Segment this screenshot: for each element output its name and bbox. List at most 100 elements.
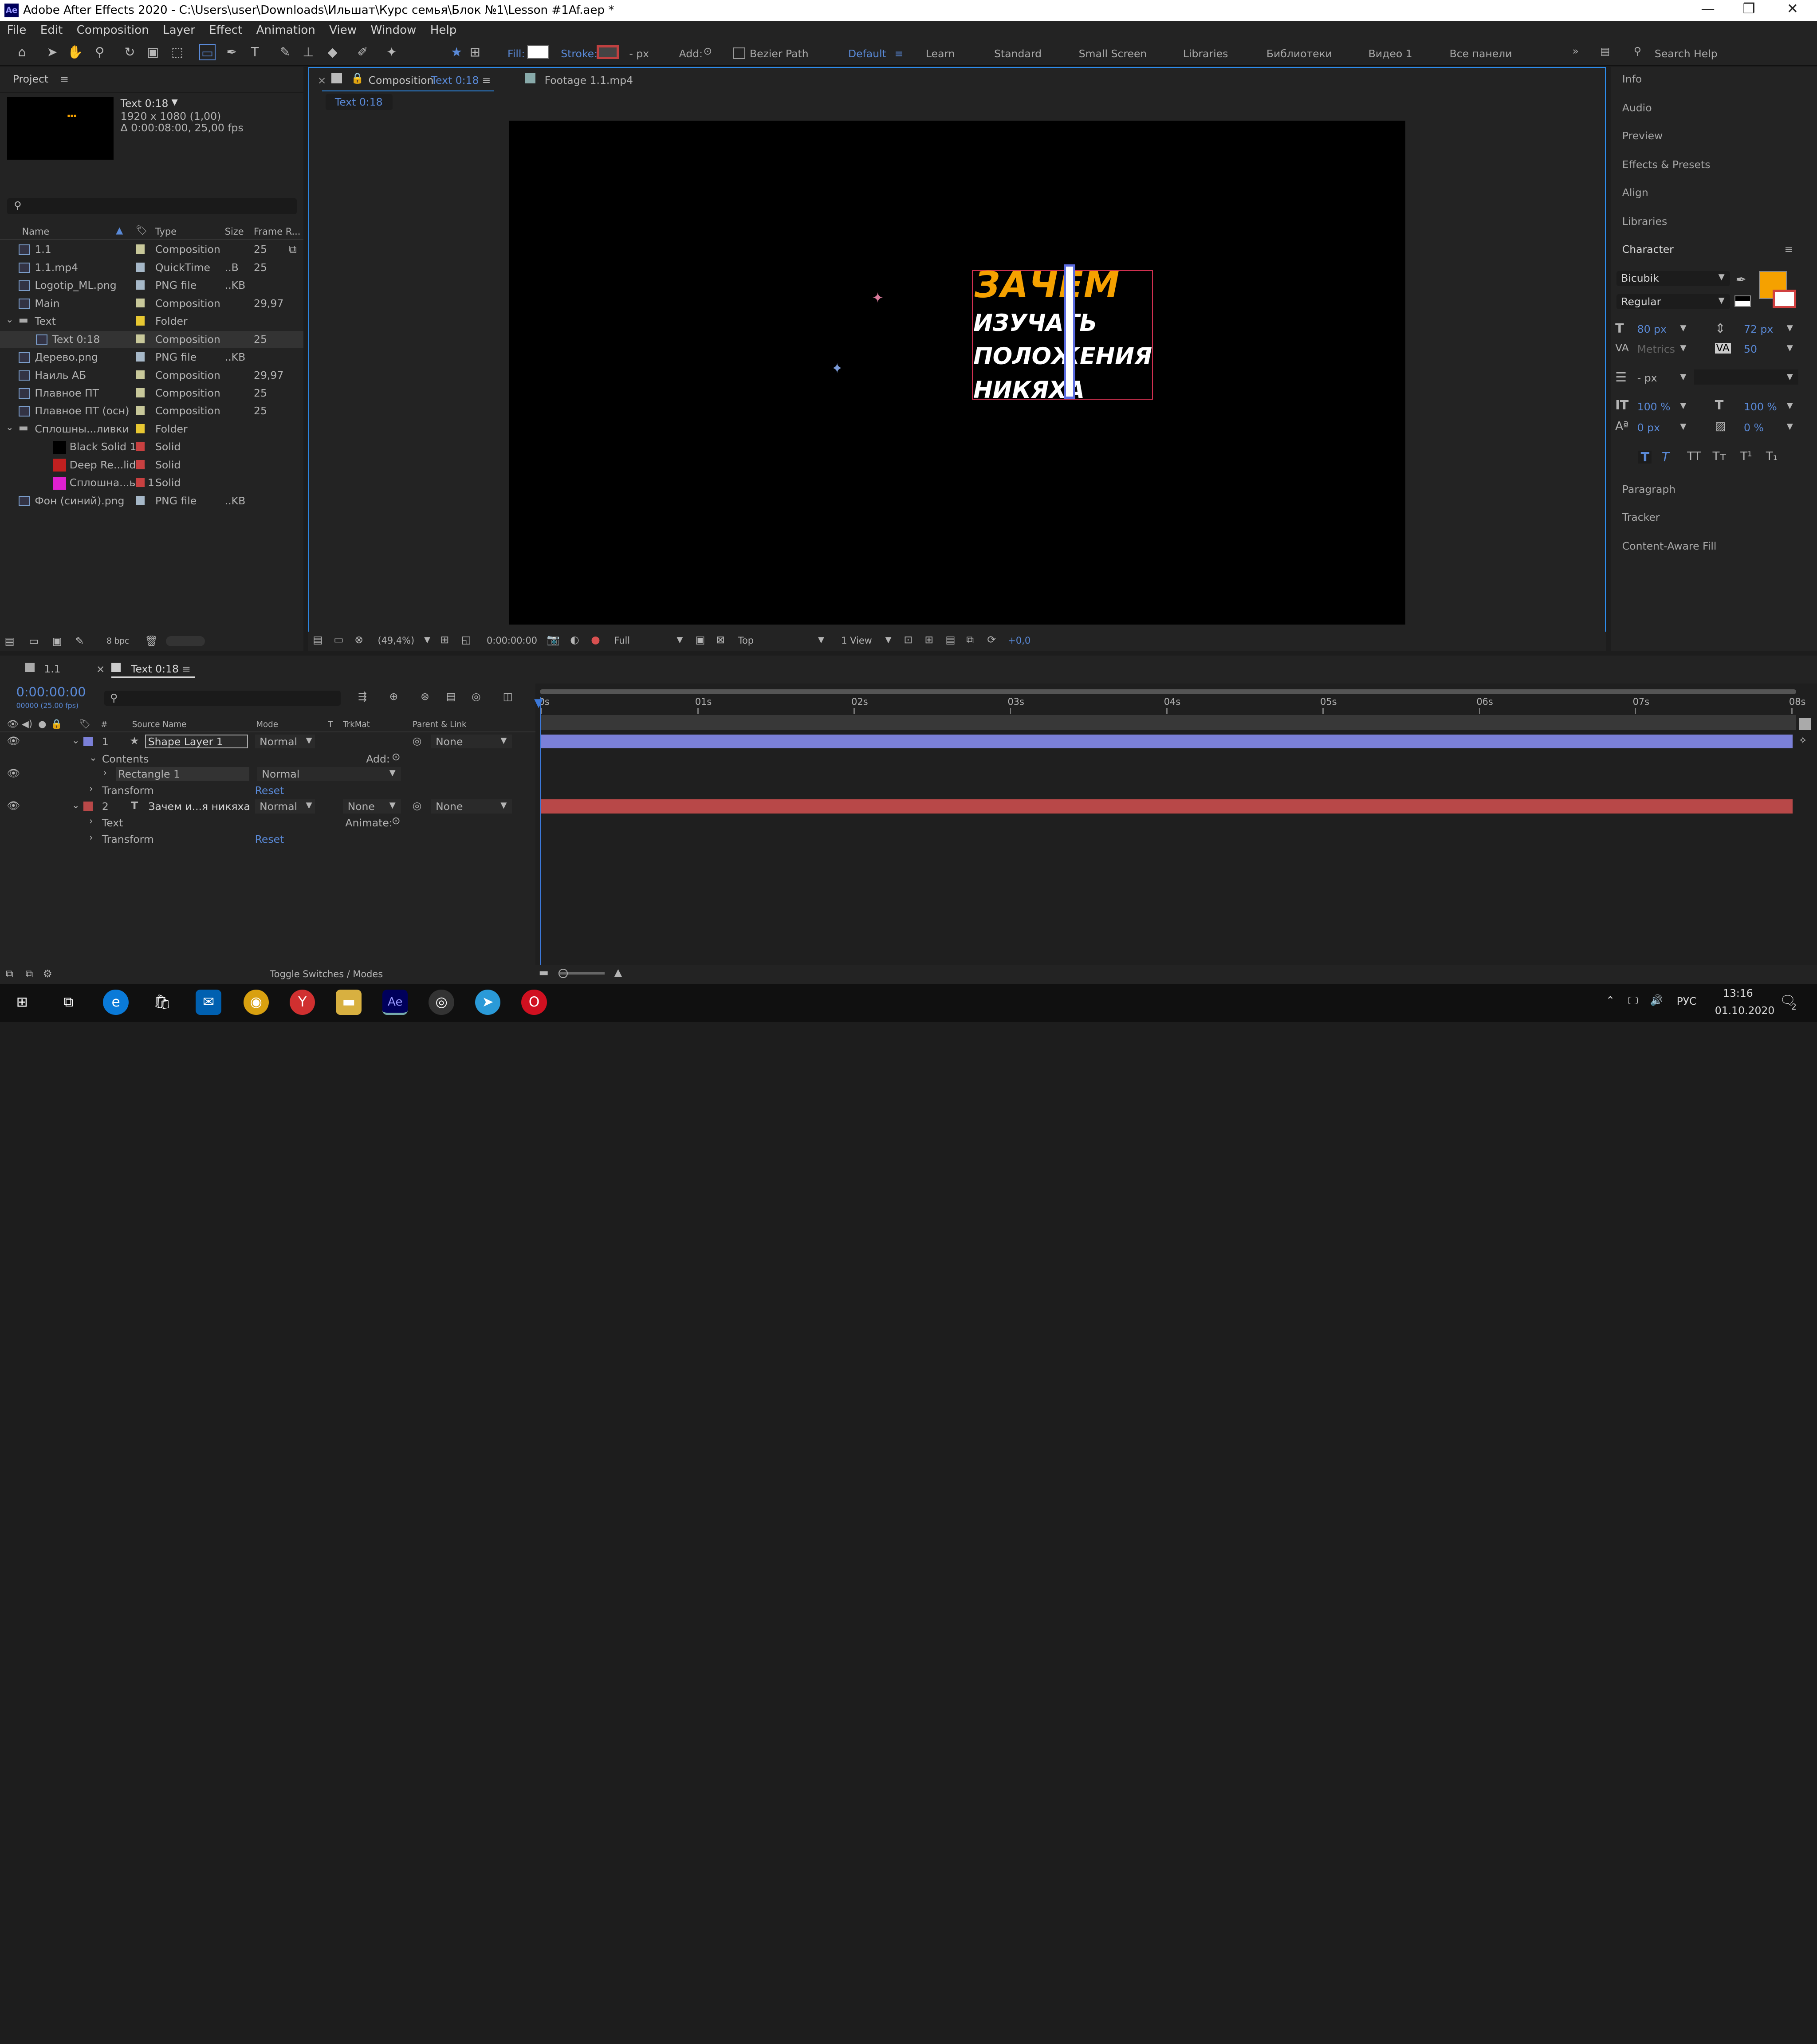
network-icon[interactable]: 🖵: [1628, 995, 1638, 1006]
transform2-reset[interactable]: Reset: [255, 834, 284, 845]
brush-tool-icon[interactable]: ✎: [277, 44, 293, 60]
roto-brush-icon[interactable]: ✐: [354, 44, 371, 60]
right-panel-preview[interactable]: Preview: [1622, 130, 1663, 142]
layer2-name[interactable]: Зачем и...я никяха: [148, 802, 250, 812]
col-size[interactable]: Size: [225, 227, 244, 236]
project-item[interactable]: ⌄ ▬ Сплошны...ливки Folder: [0, 421, 303, 438]
project-scrollbar[interactable]: [165, 636, 205, 647]
opera-icon[interactable]: O: [521, 989, 547, 1015]
project-item-label-color[interactable]: [135, 262, 145, 272]
comp-breadcrumb[interactable]: Text 0:18: [325, 94, 393, 110]
comp-time[interactable]: 0:00:00:00: [487, 636, 537, 645]
selected-dropdown-icon[interactable]: ▼: [172, 98, 178, 106]
roi-icon[interactable]: ▣: [695, 635, 705, 645]
comp-button-icon[interactable]: ⟡: [1799, 734, 1806, 745]
vr-icon[interactable]: ▭: [334, 635, 343, 645]
exposure-reset-icon[interactable]: ⟳: [987, 635, 996, 645]
timeline-tab-menu-icon[interactable]: ≡: [182, 664, 191, 675]
workspace-biblioteki[interactable]: Библиотеки: [1266, 48, 1332, 59]
panel-toggle-icon[interactable]: ▤: [1600, 46, 1610, 57]
selection-tool-icon[interactable]: ➤: [44, 44, 60, 60]
col-t[interactable]: T: [328, 720, 333, 729]
edge-icon[interactable]: e: [103, 989, 129, 1015]
after-effects-taskbar-icon[interactable]: Ae: [382, 989, 408, 1015]
stroke-width[interactable]: - px: [629, 48, 649, 59]
font-size-value[interactable]: 80 px: [1637, 324, 1667, 335]
zoom-tool-icon[interactable]: ⚲: [91, 44, 108, 60]
tray-chevron-icon[interactable]: ⌃: [1606, 995, 1615, 1006]
resolution-select[interactable]: Full: [614, 636, 630, 645]
project-item[interactable]: Main Composition 29,97: [0, 295, 303, 312]
bpc-label[interactable]: 8 bpc: [106, 637, 129, 645]
yandex-icon[interactable]: Y: [290, 989, 315, 1015]
layer2-label-color[interactable]: [83, 802, 93, 811]
layer2-mode-select[interactable]: Normal ▼: [255, 799, 315, 814]
type-tool-icon[interactable]: T: [247, 44, 263, 60]
transparency-grid-icon[interactable]: ⊠: [716, 635, 725, 645]
layer1-parent-select[interactable]: None ▼: [431, 735, 512, 749]
resolution-dropdown-icon[interactable]: ▼: [676, 636, 683, 644]
stroke-swatch[interactable]: [597, 45, 619, 59]
interpret-footage-icon[interactable]: ▤: [4, 636, 14, 647]
layer2-expand-icon[interactable]: ⌄: [72, 800, 80, 810]
render-time-icon[interactable]: ⚙: [43, 968, 52, 979]
layer-switches-icon[interactable]: ⧉: [6, 968, 13, 979]
new-folder-icon[interactable]: ▭: [29, 636, 39, 647]
footage-tab[interactable]: Footage 1.1.mp4: [545, 75, 633, 86]
exposure-value[interactable]: +0,0: [1008, 636, 1030, 645]
transform1-reset[interactable]: Reset: [255, 785, 284, 796]
timeline-tab-1[interactable]: 1.1: [44, 664, 60, 675]
obs-icon[interactable]: ◎: [429, 989, 454, 1015]
transform-row-1[interactable]: › Transform Reset: [0, 782, 535, 798]
transform-row-2[interactable]: › Transform Reset: [0, 831, 535, 847]
faux-italic-icon[interactable]: T: [1662, 451, 1670, 464]
right-panel-paragraph[interactable]: Paragraph: [1622, 484, 1675, 495]
flowchart-icon[interactable]: ⧉: [288, 243, 297, 255]
text-expand-icon[interactable]: ›: [89, 817, 93, 826]
zoom-out-icon[interactable]: ▬: [539, 967, 549, 978]
task-view-icon[interactable]: ⧉: [55, 990, 81, 1015]
tsume-value[interactable]: 0 %: [1744, 423, 1764, 433]
faux-bold-icon[interactable]: T: [1638, 451, 1652, 464]
comp-menu-icon[interactable]: ≡: [482, 75, 491, 86]
project-item[interactable]: Плавное ПТ Composition 25: [0, 385, 303, 402]
char-stroke-value[interactable]: - px: [1637, 373, 1657, 384]
project-item[interactable]: Плавное ПТ (осн) Composition 25: [0, 403, 303, 420]
right-panel-libraries[interactable]: Libraries: [1622, 216, 1668, 227]
motion-blur-icon[interactable]: ◎: [472, 692, 481, 702]
layer-row-1[interactable]: 👁 ⌄ 1 ★ Shape Layer 1 Normal ▼ ◎ None ▼: [0, 733, 535, 750]
comp-tab-label[interactable]: Composition: [369, 75, 434, 86]
zoom-level[interactable]: (49,4%): [378, 636, 415, 645]
project-item[interactable]: Дерево.png PNG file ..KB: [0, 349, 303, 366]
rect-mode-select[interactable]: Normal ▼: [257, 767, 401, 781]
workspace-all-panels[interactable]: Все панели: [1450, 48, 1512, 59]
font-family-select[interactable]: Bicubik ▼: [1616, 271, 1730, 287]
right-panel-audio[interactable]: Audio: [1622, 103, 1652, 114]
comp-mini-flowchart-icon[interactable]: ⇶: [358, 692, 367, 702]
add-icon[interactable]: ⊙: [703, 46, 712, 57]
mask-icon[interactable]: ⊗: [354, 635, 363, 645]
project-item-label-color[interactable]: [135, 316, 145, 326]
pan-behind-icon[interactable]: ⬚: [169, 44, 185, 60]
right-panel-content-aware-fill[interactable]: Content-Aware Fill: [1622, 541, 1717, 552]
text-row[interactable]: › Text Animate: ⊙: [0, 814, 535, 831]
always-preview-icon[interactable]: ▤: [313, 635, 322, 645]
project-item[interactable]: ⌄ ▬ Text Folder: [0, 313, 303, 330]
font-style-select[interactable]: Regular ▼: [1616, 294, 1730, 310]
work-area-end-marker[interactable]: [1799, 718, 1811, 730]
maximize-icon[interactable]: ❐: [1742, 2, 1755, 16]
clock-time[interactable]: 13:16: [1723, 988, 1753, 999]
horizontal-scale-value[interactable]: 100 %: [1744, 402, 1777, 413]
shape-rectangle[interactable]: [1063, 264, 1075, 399]
right-panel-align[interactable]: Align: [1622, 187, 1648, 198]
layer1-mode-select[interactable]: Normal ▼: [255, 735, 315, 749]
stroke-style-select[interactable]: ▼: [1694, 369, 1798, 385]
contents-expand-icon[interactable]: ⌄: [89, 753, 97, 763]
project-item[interactable]: Deep Re...lid 1 Solid: [0, 456, 303, 474]
view-select[interactable]: Top: [738, 636, 754, 645]
layer2-parent-select[interactable]: None ▼: [431, 799, 512, 814]
playhead-line[interactable]: [540, 697, 541, 965]
rect-name-field[interactable]: Rectangle 1: [116, 767, 249, 781]
comp-tab-name[interactable]: Text 0:18: [431, 75, 479, 86]
workspace-libraries[interactable]: Libraries: [1183, 48, 1228, 59]
